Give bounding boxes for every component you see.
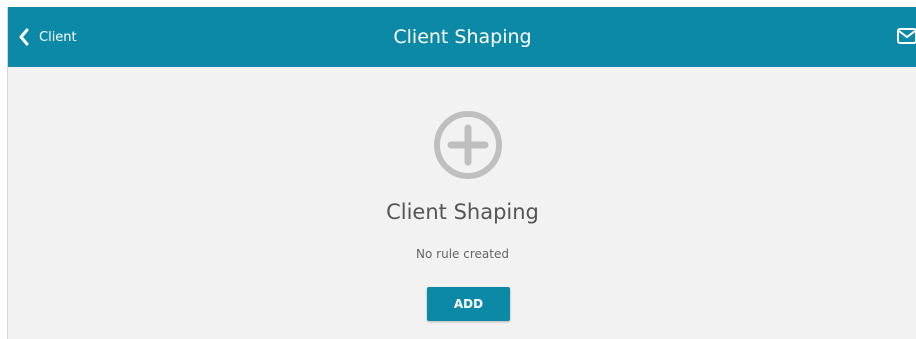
empty-state: Client Shaping No rule created ADD — [8, 67, 916, 339]
empty-state-title: Client Shaping — [386, 200, 539, 224]
back-label: Client — [39, 29, 77, 45]
add-rule-icon-button[interactable] — [433, 110, 503, 180]
notifications-button[interactable] — [897, 28, 916, 46]
add-button[interactable]: ADD — [427, 287, 510, 321]
empty-state-message: No rule created — [416, 247, 509, 261]
top-bar: Client Client Shaping — [8, 7, 916, 67]
mail-icon — [897, 28, 916, 44]
plus-circle-icon — [434, 111, 502, 179]
back-button[interactable]: Client — [18, 7, 77, 67]
page-title: Client Shaping — [393, 26, 532, 48]
chevron-left-icon — [19, 28, 29, 46]
app-window: Client Client Shaping Client Shaping No … — [7, 7, 916, 339]
